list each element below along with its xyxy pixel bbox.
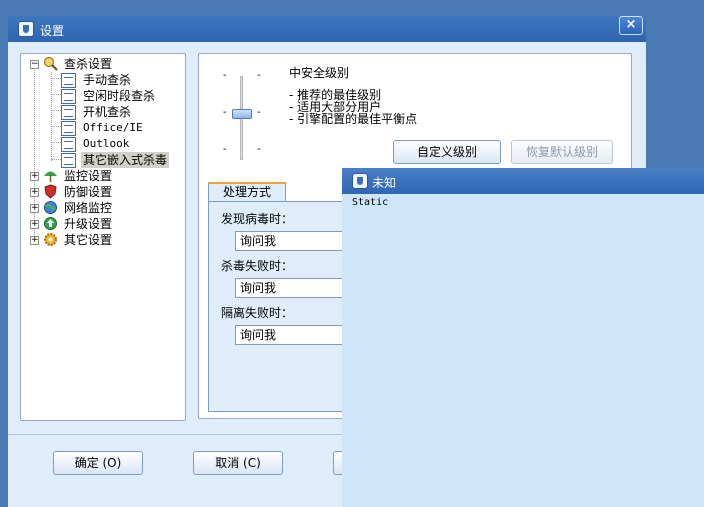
tree-expand-icon[interactable]: + xyxy=(30,188,39,197)
security-level-description: - 推荐的最佳级别 - 适用大部分用户 - 引擎配置的最佳平衡点 xyxy=(289,89,417,125)
tree-connector-h xyxy=(51,78,61,79)
custom-level-button[interactable]: 自定义级别 xyxy=(393,140,501,164)
document-icon xyxy=(61,121,76,136)
document-icon xyxy=(61,153,76,168)
tree-item-label: 升级设置 xyxy=(64,217,113,231)
slider-tick: - xyxy=(257,144,261,155)
tree-expand-icon[interactable]: + xyxy=(30,172,39,181)
tree-connector-h xyxy=(51,110,61,111)
tree-connector-h xyxy=(51,94,61,95)
app-shield-icon xyxy=(352,173,368,189)
slider-tick: - xyxy=(223,107,227,118)
tree-expand-icon[interactable]: + xyxy=(30,236,39,245)
tree-item-label: 防御设置 xyxy=(64,185,113,199)
tree-expand-icon[interactable]: + xyxy=(30,204,39,213)
quarantine-fail-label: 隔离失败时： xyxy=(221,306,294,320)
shield-icon xyxy=(43,184,58,199)
tree-item-label-selected: 其它嵌入式杀毒 xyxy=(81,152,170,168)
tab-handling[interactable]: 处理方式 xyxy=(208,182,286,202)
document-icon xyxy=(61,137,76,152)
update-icon xyxy=(43,216,58,231)
slider-tick: - xyxy=(223,70,227,81)
kill-fail-label: 杀毒失败时： xyxy=(221,259,294,273)
tree-item-label: 网络监控 xyxy=(64,201,113,215)
unknown-window-title: 未知 xyxy=(372,176,397,190)
security-level-title: 中安全级别 xyxy=(289,66,350,80)
security-level-slider-thumb[interactable] xyxy=(232,109,252,119)
unknown-titlebar[interactable]: 未知 xyxy=(342,168,704,194)
tree-item-label: 查杀设置 xyxy=(64,57,113,71)
umbrella-icon xyxy=(43,168,58,183)
slider-tick: - xyxy=(223,144,227,155)
unknown-window: 未知 Static xyxy=(342,168,704,507)
tree-connector-h xyxy=(51,142,61,143)
tree-connector-h xyxy=(51,159,61,160)
restore-default-level-button[interactable]: 恢复默认级别 xyxy=(511,140,613,164)
globe-icon xyxy=(43,200,58,215)
document-icon xyxy=(61,73,76,88)
slider-tick: - xyxy=(257,107,261,118)
tree-expand-icon[interactable]: + xyxy=(30,220,39,229)
ok-button[interactable]: 确定 (O) xyxy=(53,451,143,475)
gear-icon xyxy=(43,232,58,247)
found-virus-label: 发现病毒时： xyxy=(221,212,294,226)
description-line: - 引擎配置的最佳平衡点 xyxy=(289,112,418,126)
tree-connector-children xyxy=(51,72,52,161)
tree-item-label: 监控设置 xyxy=(64,169,113,183)
tree-item-label: 开机查杀 xyxy=(83,105,132,119)
tree-item-label: 空闲时段查杀 xyxy=(83,89,156,103)
document-icon xyxy=(61,105,76,120)
slider-tick: - xyxy=(257,70,261,81)
app-shield-icon xyxy=(18,21,34,37)
tree-connector-h xyxy=(51,126,61,127)
tree-item-label: 手动查杀 xyxy=(83,73,132,87)
tree-item-label: Outlook xyxy=(83,137,130,150)
cancel-button[interactable]: 取消 (C) xyxy=(193,451,283,475)
window-title: 设置 xyxy=(40,24,65,38)
settings-tree: − 查杀设置 手动查杀 空闲时段查杀 开机查杀 Office/IE Outloo… xyxy=(20,53,186,421)
close-button[interactable]: × xyxy=(619,16,643,35)
settings-titlebar[interactable]: 设置 xyxy=(8,16,646,42)
tree-collapse-icon[interactable]: − xyxy=(30,60,39,69)
document-icon xyxy=(61,89,76,104)
tree-connector-root xyxy=(34,67,35,243)
unknown-client-area: Static xyxy=(342,194,704,507)
tree-item-label: 其它设置 xyxy=(64,233,113,247)
tree-item-label: Office/IE xyxy=(83,121,143,134)
static-text-label: Static xyxy=(352,197,389,208)
magnifier-icon xyxy=(43,56,58,71)
